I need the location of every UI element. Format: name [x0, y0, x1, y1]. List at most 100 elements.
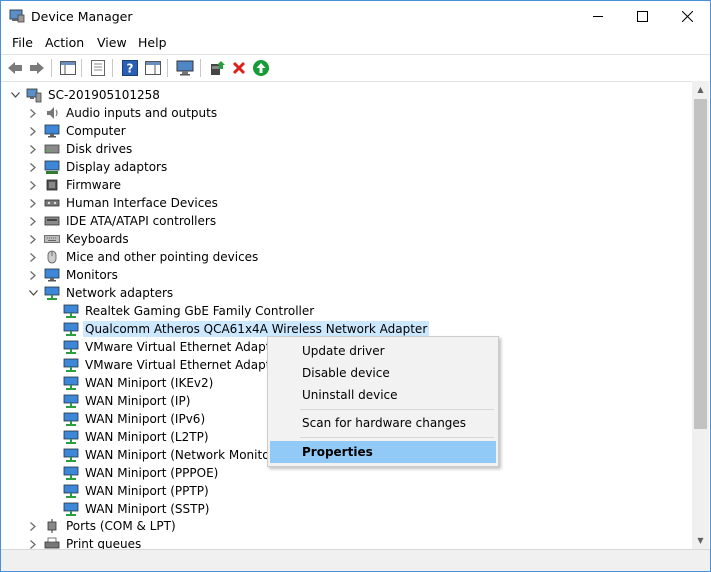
scroll-up-arrow-icon[interactable]: ▲	[692, 81, 709, 98]
minimize-button[interactable]	[575, 1, 621, 32]
port-icon	[44, 518, 60, 534]
uninstall-device-button[interactable]	[230, 59, 248, 77]
tree-category-print-queues[interactable]: Print queues	[26, 535, 143, 549]
scrollbar-thumb[interactable]	[694, 99, 707, 429]
tree-category-label: Disk drives	[66, 142, 133, 156]
keyboard-icon	[44, 231, 60, 247]
toolbar-separator	[200, 59, 201, 77]
back-button[interactable]	[6, 59, 24, 77]
monitor-button[interactable]	[176, 59, 194, 77]
help-button[interactable]: ?	[121, 59, 139, 77]
tree-device[interactable]: WAN Miniport (Network Monitor)	[63, 446, 281, 464]
console-tree-button[interactable]	[59, 59, 77, 77]
expand-chevron-icon[interactable]	[26, 266, 40, 284]
ctx-uninstall-device[interactable]: Uninstall device	[270, 384, 496, 406]
tree-category-disk-drives[interactable]: Disk drives	[26, 140, 134, 158]
enable-device-button[interactable]	[252, 59, 270, 77]
close-button[interactable]	[664, 1, 710, 32]
action-pane-button[interactable]	[144, 59, 162, 77]
toolbar-separator	[167, 59, 168, 77]
expand-chevron-icon[interactable]	[26, 104, 40, 122]
tree-device[interactable]: WAN Miniport (IPv6)	[63, 410, 207, 428]
tree-category-keyboards[interactable]: Keyboards	[26, 230, 131, 248]
tree-category-label: Monitors	[66, 268, 118, 282]
tree-device[interactable]: VMware Virtual Ethernet Adapter fo	[63, 356, 300, 374]
expand-chevron-icon[interactable]	[26, 230, 40, 248]
expand-chevron-icon[interactable]	[26, 194, 40, 212]
menu-bar: File Action View Help	[1, 32, 710, 53]
ctx-disable-device[interactable]: Disable device	[270, 362, 496, 384]
ide-controller-icon	[44, 213, 60, 229]
tree-device[interactable]: VMware Virtual Ethernet Adapter fo	[63, 338, 300, 356]
expand-chevron-icon[interactable]	[26, 122, 40, 140]
device-tree[interactable]: SC-201905101258 Audio inputs and outputs…	[1, 81, 692, 549]
maximize-icon	[636, 11, 648, 22]
tree-category-label: Network adapters	[66, 286, 174, 300]
properties-button[interactable]	[89, 59, 107, 77]
expand-chevron-icon[interactable]	[26, 176, 40, 194]
expand-chevron-icon[interactable]	[26, 248, 40, 266]
tree-category-audio[interactable]: Audio inputs and outputs	[26, 104, 219, 122]
network-adapter-icon	[44, 285, 60, 301]
tree-device[interactable]: WAN Miniport (PPTP)	[63, 482, 211, 500]
tree-device[interactable]: Realtek Gaming GbE Family Controller	[63, 302, 316, 320]
tree-category-mice[interactable]: Mice and other pointing devices	[26, 248, 260, 266]
context-menu: Update driver Disable device Uninstall d…	[267, 336, 499, 467]
update-driver-button[interactable]	[208, 59, 226, 77]
ctx-properties[interactable]: Properties	[270, 441, 496, 463]
tree-device[interactable]: WAN Miniport (PPPOE)	[63, 464, 220, 482]
tree-device-label: WAN Miniport (Network Monitor)	[85, 448, 280, 462]
network-adapter-icon	[63, 429, 79, 445]
menu-action[interactable]: Action	[45, 35, 84, 50]
collapse-chevron-icon[interactable]	[26, 284, 40, 302]
ctx-item-label: Properties	[302, 445, 373, 459]
tree-category-computer[interactable]: Computer	[26, 122, 128, 140]
tree-device[interactable]: WAN Miniport (L2TP)	[63, 428, 211, 446]
title-bar: Device Manager	[1, 1, 710, 32]
toolbar-separator	[51, 59, 52, 77]
expand-chevron-icon[interactable]	[26, 517, 40, 535]
window-title: Device Manager	[31, 9, 133, 24]
network-adapter-icon	[63, 465, 79, 481]
tree-root[interactable]: SC-201905101258	[8, 86, 162, 104]
ctx-update-driver[interactable]: Update driver	[270, 340, 496, 362]
show-hide-console-tree-icon	[60, 61, 76, 75]
tree-category-label: IDE ATA/ATAPI controllers	[66, 214, 217, 228]
toolbar: ?	[1, 54, 710, 82]
tree-category-label: Computer	[66, 124, 126, 138]
tree-device[interactable]: WAN Miniport (IP)	[63, 392, 192, 410]
monitor-icon	[176, 60, 194, 76]
scroll-down-arrow-icon[interactable]: ▼	[692, 532, 709, 549]
display-adaptor-icon	[44, 159, 60, 175]
tree-device[interactable]: WAN Miniport (SSTP)	[63, 500, 211, 518]
close-icon	[681, 11, 693, 22]
menu-file[interactable]: File	[12, 35, 33, 50]
tree-category-label: Mice and other pointing devices	[66, 250, 259, 264]
expand-chevron-icon[interactable]	[26, 140, 40, 158]
tree-root-label: SC-201905101258	[48, 88, 160, 102]
device-manager-app-icon	[9, 9, 25, 23]
vertical-scrollbar[interactable]: ▲ ▼	[692, 81, 709, 549]
expand-chevron-icon[interactable]	[26, 158, 40, 176]
tree-category-display-adaptors[interactable]: Display adaptors	[26, 158, 169, 176]
tree-category-ports[interactable]: Ports (COM & LPT)	[26, 517, 178, 535]
forward-button[interactable]	[28, 59, 46, 77]
tree-category-ide[interactable]: IDE ATA/ATAPI controllers	[26, 212, 218, 230]
help-icon: ?	[122, 60, 138, 76]
status-bar	[1, 549, 710, 571]
ctx-scan-hardware[interactable]: Scan for hardware changes	[270, 412, 496, 434]
tree-device-label: Qualcomm Atheros QCA61x4A Wireless Netwo…	[83, 321, 430, 337]
tree-category-firmware[interactable]: Firmware	[26, 176, 123, 194]
collapse-chevron-icon[interactable]	[8, 86, 22, 104]
tree-category-monitors[interactable]: Monitors	[26, 266, 120, 284]
tree-category-hid[interactable]: Human Interface Devices	[26, 194, 220, 212]
expand-chevron-icon[interactable]	[26, 212, 40, 230]
tree-category-network-adapters[interactable]: Network adapters	[26, 284, 175, 302]
tree-device[interactable]: WAN Miniport (IKEv2)	[63, 374, 215, 392]
maximize-button[interactable]	[619, 1, 665, 32]
toolbar-separator	[112, 59, 113, 77]
expand-chevron-icon[interactable]	[26, 535, 40, 549]
ctx-item-label: Uninstall device	[302, 388, 398, 402]
menu-help[interactable]: Help	[138, 35, 167, 50]
menu-view[interactable]: View	[97, 35, 127, 50]
